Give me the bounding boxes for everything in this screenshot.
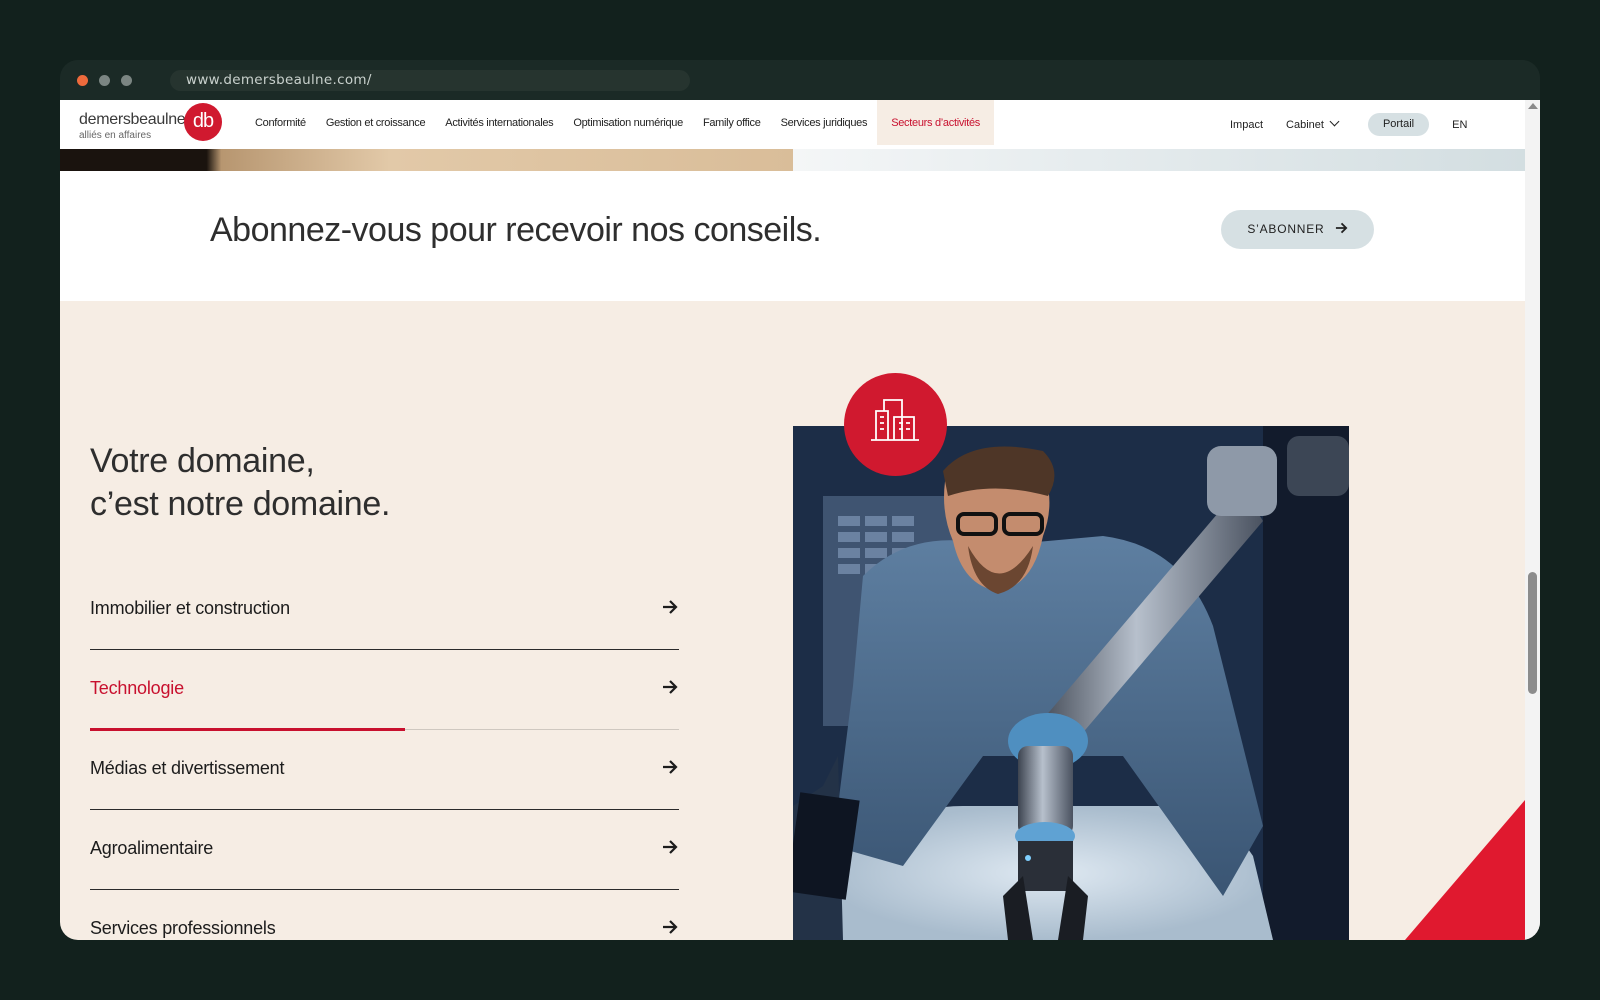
language-toggle[interactable]: EN [1452, 119, 1467, 131]
domain-heading-line2: c’est notre domaine. [90, 485, 391, 523]
domain-heading: Votre domaine, c’est notre domaine. [90, 440, 390, 526]
sector-label: Technologie [90, 678, 184, 698]
cabinet-label: Cabinet [1286, 118, 1324, 131]
impact-link[interactable]: Impact [1230, 119, 1263, 131]
browser-window: www.demersbeaulne.com/ demersbeaulne all… [60, 60, 1540, 940]
sector-label: Médias et divertissement [90, 758, 285, 778]
main-nav: Conformité Gestion et croissance Activit… [245, 100, 994, 145]
sector-label: Immobilier et construction [90, 598, 290, 618]
arrow-right-icon [663, 600, 678, 614]
nav-item-family-office[interactable]: Family office [693, 100, 771, 145]
decorative-red-triangle [1405, 800, 1525, 940]
address-bar[interactable]: www.demersbeaulne.com/ [170, 70, 690, 91]
chevron-down-icon [1329, 116, 1340, 126]
nav-item-numerique[interactable]: Optimisation numérique [563, 100, 693, 145]
arrow-right-icon [663, 760, 678, 774]
sector-badge [844, 373, 947, 476]
minimize-window-button[interactable] [99, 75, 110, 86]
domain-heading-line1: Votre domaine, [90, 442, 315, 480]
portal-button[interactable]: Portail [1367, 113, 1430, 136]
logo-mark: db [184, 103, 222, 141]
nav-item-gestion[interactable]: Gestion et croissance [316, 100, 435, 145]
nav-item-conformite[interactable]: Conformité [245, 100, 316, 145]
nav-item-juridiques[interactable]: Services juridiques [771, 100, 878, 145]
nav-item-secteurs[interactable]: Secteurs d’activités [877, 100, 994, 145]
wood-desk-image [60, 149, 793, 171]
browser-titlebar: www.demersbeaulne.com/ [60, 60, 1540, 100]
arrow-right-icon [1335, 222, 1348, 234]
office-image [793, 149, 1525, 171]
subscribe-band: Abonnez-vous pour recevoir nos conseils.… [60, 171, 1525, 301]
buildings-icon [871, 399, 919, 441]
sector-label: Services professionnels [90, 918, 276, 938]
scrollbar-thumb[interactable] [1528, 572, 1537, 694]
sector-item-agroalimentaire[interactable]: Agroalimentaire [90, 810, 679, 890]
arrow-right-icon [663, 840, 678, 854]
subscribe-title: Abonnez-vous pour recevoir nos conseils. [210, 211, 822, 249]
engineer-robot-illustration [793, 426, 1349, 940]
logo-name: demersbeaulne [79, 111, 186, 128]
arrow-right-icon [663, 680, 678, 694]
arrow-right-icon [663, 920, 678, 934]
vertical-scrollbar[interactable] [1525, 100, 1540, 940]
technology-photo [793, 426, 1349, 940]
web-page: demersbeaulne alliés en affaires db Conf… [60, 100, 1525, 940]
nav-item-international[interactable]: Activités internationales [435, 100, 563, 145]
scroll-up-arrow-icon[interactable] [1528, 103, 1538, 109]
subscribe-button-label: S’ABONNER [1247, 222, 1325, 236]
maximize-window-button[interactable] [121, 75, 132, 86]
sector-item-medias[interactable]: Médias et divertissement [90, 730, 679, 810]
logo-tagline: alliés en affaires [79, 130, 152, 141]
sector-label: Agroalimentaire [90, 838, 214, 858]
subscribe-button[interactable]: S’ABONNER [1221, 210, 1374, 249]
sector-item-technologie[interactable]: Technologie [90, 650, 679, 731]
previous-section-image-strip [60, 149, 1525, 171]
sector-list: Immobilier et construction Technologie M… [90, 570, 679, 940]
cabinet-menu[interactable]: Cabinet [1286, 116, 1340, 131]
site-header: demersbeaulne alliés en affaires db Conf… [60, 100, 1525, 149]
header-right-nav: Impact Cabinet Portail EN [1230, 100, 1467, 149]
sector-item-immobilier[interactable]: Immobilier et construction [90, 570, 679, 650]
page-viewport: demersbeaulne alliés en affaires db Conf… [60, 100, 1540, 940]
sector-item-services-pro[interactable]: Services professionnels [90, 890, 679, 940]
close-window-button[interactable] [77, 75, 88, 86]
